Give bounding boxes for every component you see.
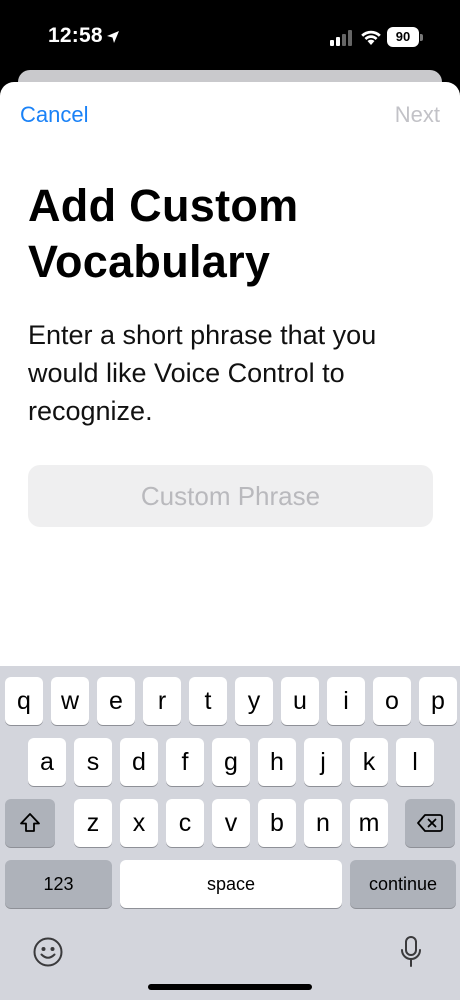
space-key[interactable]: space: [120, 860, 342, 908]
key-z[interactable]: z: [74, 799, 112, 847]
status-time: 12:58: [48, 24, 103, 47]
battery-indicator: 90: [387, 27, 419, 47]
key-e[interactable]: e: [97, 677, 135, 725]
microphone-icon[interactable]: [399, 935, 423, 969]
key-n[interactable]: n: [304, 799, 342, 847]
cellular-signal-icon: [330, 30, 352, 46]
key-t[interactable]: t: [189, 677, 227, 725]
key-j[interactable]: j: [304, 738, 342, 786]
key-a[interactable]: a: [28, 738, 66, 786]
key-v[interactable]: v: [212, 799, 250, 847]
key-w[interactable]: w: [51, 677, 89, 725]
key-q[interactable]: q: [5, 677, 43, 725]
numbers-key[interactable]: 123: [5, 860, 112, 908]
status-bar: 12:58 90: [0, 0, 460, 72]
home-indicator[interactable]: [148, 984, 312, 990]
key-g[interactable]: g: [212, 738, 250, 786]
continue-key[interactable]: continue: [350, 860, 456, 908]
custom-vocabulary-sheet: Cancel Next Add Custom Vocabulary Enter …: [0, 82, 460, 1000]
key-u[interactable]: u: [281, 677, 319, 725]
shift-key[interactable]: [5, 799, 55, 847]
delete-icon: [417, 814, 443, 832]
key-m[interactable]: m: [350, 799, 388, 847]
key-x[interactable]: x: [120, 799, 158, 847]
keyboard: q w e r t y u i o p a s d f g h j k l z …: [0, 666, 460, 1000]
key-d[interactable]: d: [120, 738, 158, 786]
key-i[interactable]: i: [327, 677, 365, 725]
key-b[interactable]: b: [258, 799, 296, 847]
key-c[interactable]: c: [166, 799, 204, 847]
key-o[interactable]: o: [373, 677, 411, 725]
key-p[interactable]: p: [419, 677, 457, 725]
emoji-icon[interactable]: [32, 936, 64, 968]
key-s[interactable]: s: [74, 738, 112, 786]
key-l[interactable]: l: [396, 738, 434, 786]
key-y[interactable]: y: [235, 677, 273, 725]
shift-icon: [20, 813, 40, 832]
delete-key[interactable]: [405, 799, 455, 847]
custom-phrase-input[interactable]: [28, 465, 433, 527]
location-arrow-icon: [107, 31, 119, 43]
cancel-button[interactable]: Cancel: [20, 102, 88, 128]
key-f[interactable]: f: [166, 738, 204, 786]
key-r[interactable]: r: [143, 677, 181, 725]
page-title: Add Custom Vocabulary: [28, 180, 299, 287]
wifi-icon: [361, 30, 381, 45]
battery-tip: [420, 34, 423, 41]
next-button[interactable]: Next: [395, 102, 440, 128]
key-h[interactable]: h: [258, 738, 296, 786]
page-description: Enter a short phrase that you would like…: [28, 320, 377, 426]
key-k[interactable]: k: [350, 738, 388, 786]
